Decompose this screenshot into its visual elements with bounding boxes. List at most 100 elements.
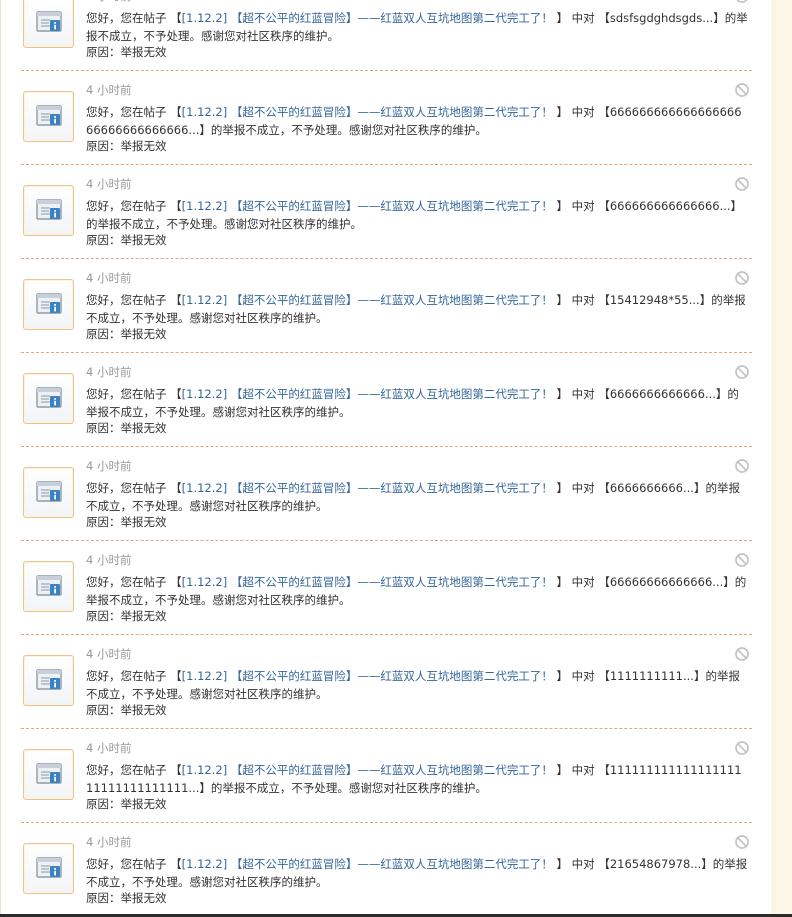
ignore-notice-icon[interactable] <box>734 646 750 662</box>
ignore-notice-icon[interactable] <box>734 82 750 98</box>
system-notice-avatar[interactable] <box>23 185 74 236</box>
message-prefix: 您好，您在帖子 【 <box>86 669 182 683</box>
thread-link[interactable]: [1.12.2] 【超不公平的红蓝冒险】——红蓝双人互坑地图第二代完工了！ <box>182 105 553 119</box>
notice-time: 4 小时前 <box>86 0 131 3</box>
thread-link[interactable]: [1.12.2] 【超不公平的红蓝冒险】——红蓝双人互坑地图第二代完工了！ <box>182 763 553 777</box>
system-notice-avatar[interactable] <box>23 843 74 894</box>
system-notice-avatar[interactable] <box>23 279 74 330</box>
message-middle: 】 中对 【 <box>552 575 610 589</box>
notice-item: 4 小时前 您好，您在帖子 【[1.12.2] 【超不公平的红蓝冒险】——红蓝双… <box>1 176 771 270</box>
ignore-notice-icon[interactable] <box>734 834 750 850</box>
notice-reason: 原因：举报无效 <box>86 139 167 153</box>
system-notice-avatar[interactable] <box>23 655 74 706</box>
message-middle: 】 中对 【 <box>552 11 610 25</box>
notice-divider <box>21 446 752 447</box>
system-notice-icon <box>36 481 62 502</box>
notice-reason: 原因：举报无效 <box>86 797 167 811</box>
notice-divider <box>21 258 752 259</box>
thread-link[interactable]: [1.12.2] 【超不公平的红蓝冒险】——红蓝双人互坑地图第二代完工了！ <box>182 199 553 213</box>
system-notice-avatar[interactable] <box>23 0 74 48</box>
ignore-notice-icon[interactable] <box>734 552 750 568</box>
message-middle: 】 中对 【 <box>552 293 610 307</box>
notice-divider <box>21 164 752 165</box>
system-notice-avatar[interactable] <box>23 467 74 518</box>
notice-list: 4 小时前 您好，您在帖子 【[1.12.2] 【超不公平的红蓝冒险】——红蓝双… <box>0 0 771 917</box>
notice-time: 4 小时前 <box>86 83 132 97</box>
reported-content: 6666666666... <box>609 481 694 495</box>
ignore-notice-icon[interactable] <box>734 176 750 192</box>
ignore-notice-icon[interactable] <box>734 270 750 286</box>
system-notice-icon <box>36 669 62 690</box>
notice-reason: 原因：举报无效 <box>86 421 167 435</box>
system-notice-icon <box>36 575 62 596</box>
notice-reason: 原因：举报无效 <box>86 45 167 59</box>
notice-message: 您好，您在帖子 【[1.12.2] 【超不公平的红蓝冒险】——红蓝双人互坑地图第… <box>86 479 748 515</box>
message-middle: 】 中对 【 <box>552 763 610 777</box>
thread-link[interactable]: [1.12.2] 【超不公平的红蓝冒险】——红蓝双人互坑地图第二代完工了！ <box>182 669 553 683</box>
system-notice-icon <box>36 763 62 784</box>
ignore-notice-icon[interactable] <box>734 740 750 756</box>
notice-time: 4 小时前 <box>86 271 132 285</box>
notice-item: 4 小时前 您好，您在帖子 【[1.12.2] 【超不公平的红蓝冒险】——红蓝双… <box>1 834 771 917</box>
message-prefix: 您好，您在帖子 【 <box>86 575 182 589</box>
notice-reason: 原因：举报无效 <box>86 515 167 529</box>
thread-link[interactable]: [1.12.2] 【超不公平的红蓝冒险】——红蓝双人互坑地图第二代完工了！ <box>182 11 553 25</box>
message-middle: 】 中对 【 <box>552 669 610 683</box>
message-middle: 】 中对 【 <box>552 199 610 213</box>
reported-content: 66666666666666... <box>609 575 724 589</box>
message-prefix: 您好，您在帖子 【 <box>86 481 182 495</box>
message-prefix: 您好，您在帖子 【 <box>86 857 182 871</box>
ignore-notice-icon[interactable] <box>734 458 750 474</box>
thread-link[interactable]: [1.12.2] 【超不公平的红蓝冒险】——红蓝双人互坑地图第二代完工了！ <box>182 857 553 871</box>
notice-item: 4 小时前 您好，您在帖子 【[1.12.2] 【超不公平的红蓝冒险】——红蓝双… <box>1 458 771 552</box>
reported-content: 1111111111... <box>609 669 694 683</box>
notice-item: 4 小时前 您好，您在帖子 【[1.12.2] 【超不公平的红蓝冒险】——红蓝双… <box>1 0 771 82</box>
thread-link[interactable]: [1.12.2] 【超不公平的红蓝冒险】——红蓝双人互坑地图第二代完工了！ <box>182 387 553 401</box>
notice-item: 4 小时前 您好，您在帖子 【[1.12.2] 【超不公平的红蓝冒险】——红蓝双… <box>1 740 771 834</box>
notice-divider <box>21 728 752 729</box>
ignore-notice-icon[interactable] <box>734 364 750 380</box>
notice-message: 您好，您在帖子 【[1.12.2] 【超不公平的红蓝冒险】——红蓝双人互坑地图第… <box>86 291 748 327</box>
notice-time: 4 小时前 <box>86 741 132 755</box>
notice-item: 4 小时前 您好，您在帖子 【[1.12.2] 【超不公平的红蓝冒险】——红蓝双… <box>1 82 771 176</box>
notice-divider <box>21 540 752 541</box>
notice-message: 您好，您在帖子 【[1.12.2] 【超不公平的红蓝冒险】——红蓝双人互坑地图第… <box>86 197 748 233</box>
notice-reason: 原因：举报无效 <box>86 703 167 717</box>
system-notice-avatar[interactable] <box>23 749 74 800</box>
notice-message: 您好，您在帖子 【[1.12.2] 【超不公平的红蓝冒险】——红蓝双人互坑地图第… <box>86 761 748 797</box>
notice-item: 4 小时前 您好，您在帖子 【[1.12.2] 【超不公平的红蓝冒险】——红蓝双… <box>1 364 771 458</box>
message-suffix: 】的举报不成立，不予处理。感谢您对社区秩序的维护。 <box>199 781 487 795</box>
system-notice-avatar[interactable] <box>23 373 74 424</box>
ignore-notice-icon[interactable] <box>734 0 750 4</box>
message-prefix: 您好，您在帖子 【 <box>86 11 182 25</box>
message-middle: 】 中对 【 <box>552 481 610 495</box>
reported-content: 21654867978... <box>609 857 702 871</box>
notice-divider <box>21 70 752 71</box>
thread-link[interactable]: [1.12.2] 【超不公平的红蓝冒险】——红蓝双人互坑地图第二代完工了！ <box>182 293 553 307</box>
system-notice-icon <box>36 293 62 314</box>
notice-time: 4 小时前 <box>86 365 132 379</box>
reported-content: 6666666666666... <box>609 387 716 401</box>
notice-message: 您好，您在帖子 【[1.12.2] 【超不公平的红蓝冒险】——红蓝双人互坑地图第… <box>86 667 748 703</box>
notice-message: 您好，您在帖子 【[1.12.2] 【超不公平的红蓝冒险】——红蓝双人互坑地图第… <box>86 103 748 139</box>
message-middle: 】 中对 【 <box>552 857 610 871</box>
thread-link[interactable]: [1.12.2] 【超不公平的红蓝冒险】——红蓝双人互坑地图第二代完工了！ <box>182 575 553 589</box>
thread-link[interactable]: [1.12.2] 【超不公平的红蓝冒险】——红蓝双人互坑地图第二代完工了！ <box>182 481 553 495</box>
system-notice-avatar[interactable] <box>23 91 74 142</box>
notice-time: 4 小时前 <box>86 177 132 191</box>
system-notice-icon <box>36 387 62 408</box>
message-middle: 】 中对 【 <box>552 387 610 401</box>
notice-message: 您好，您在帖子 【[1.12.2] 【超不公平的红蓝冒险】——红蓝双人互坑地图第… <box>86 385 748 421</box>
reported-content: sdsfsgdghdsgds... <box>609 11 714 25</box>
notice-divider <box>21 634 752 635</box>
system-notice-icon <box>36 857 62 878</box>
message-suffix: 】的举报不成立，不予处理。感谢您对社区秩序的维护。 <box>199 123 487 137</box>
notice-divider <box>21 822 752 823</box>
notice-divider <box>21 352 752 353</box>
system-notice-avatar[interactable] <box>23 561 74 612</box>
notice-reason: 原因：举报无效 <box>86 233 167 247</box>
notice-reason: 原因：举报无效 <box>86 609 167 623</box>
notice-item: 4 小时前 您好，您在帖子 【[1.12.2] 【超不公平的红蓝冒险】——红蓝双… <box>1 552 771 646</box>
message-prefix: 您好，您在帖子 【 <box>86 763 182 777</box>
notice-reason: 原因：举报无效 <box>86 891 167 905</box>
